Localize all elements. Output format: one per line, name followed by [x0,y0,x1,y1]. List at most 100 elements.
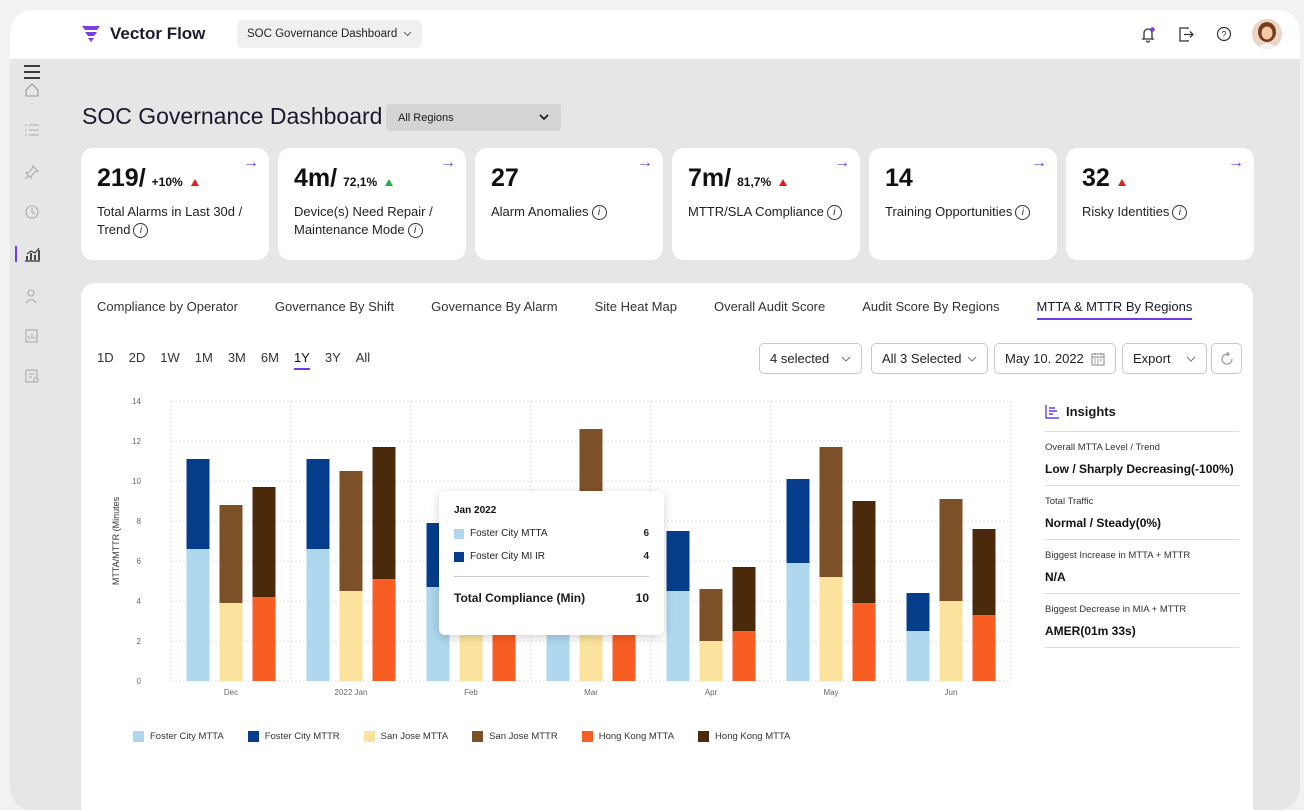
dashboard-select[interactable]: SOC Governance Dashboard [237,20,423,48]
tab-overall-audit-score[interactable]: Overall Audit Score [714,299,825,320]
bar-segment[interactable] [666,591,690,681]
tab-audit-score-by-regions[interactable]: Audit Score By Regions [862,299,999,320]
bar-segment[interactable] [339,591,363,681]
region-filter-select[interactable]: All 3 Selected [871,343,988,374]
legend-item[interactable]: San Jose MTTR [472,731,558,742]
bar-segment[interactable] [372,447,396,579]
bar-segment[interactable] [939,601,963,681]
brand-logo[interactable]: Vector Flow [80,24,205,44]
bar-segment[interactable] [906,593,930,631]
legend-item[interactable]: Hong Kong MTTA [698,731,790,742]
range-1w[interactable]: 1W [160,350,180,370]
info-icon[interactable]: i [1172,205,1188,221]
bar-segment[interactable] [699,589,723,641]
info-icon[interactable]: i [826,205,842,221]
info-icon[interactable]: i [407,223,423,239]
legend-item[interactable]: Foster City MTTA [133,731,224,742]
series-select[interactable]: 4 selected [759,343,862,374]
home-icon[interactable] [22,80,42,100]
arrow-right-icon[interactable]: → [637,154,653,172]
bar-segment[interactable] [819,577,843,681]
bar-segment[interactable] [306,459,330,549]
bar-segment[interactable] [906,631,930,681]
tooltip-total: Total Compliance (Min) 10 [454,576,649,605]
range-2d[interactable]: 2D [129,350,146,370]
bar-segment[interactable] [819,447,843,577]
bar-segment[interactable] [252,597,276,681]
legend-item[interactable]: Hong Kong MTTA [581,731,674,742]
pin-icon[interactable] [22,162,42,182]
export-select[interactable]: Export [1122,343,1207,374]
arrow-right-icon[interactable]: → [243,154,259,172]
y-tick-label: 14 [132,397,141,406]
tab-site-heat-map[interactable]: Site Heat Map [595,299,677,320]
tab-governance-by-shift[interactable]: Governance By Shift [275,299,394,320]
bar-segment[interactable] [339,471,363,591]
arrow-right-icon[interactable]: → [834,154,850,172]
range-1m[interactable]: 1M [195,350,213,370]
bar-segment[interactable] [372,579,396,681]
range-6m[interactable]: 6M [261,350,279,370]
bar-segment[interactable] [219,505,243,603]
bar-segment[interactable] [786,479,810,563]
tooltip-row-label: Foster City MTTA [470,528,548,539]
legend-item[interactable]: San Jose MTTA [363,731,448,742]
list-icon[interactable] [22,120,42,140]
date-picker[interactable]: May 10. 2022 [994,343,1116,374]
legend-item[interactable]: Foster City MTTR [247,731,340,742]
refresh-button[interactable] [1211,343,1242,374]
bar-segment[interactable] [732,567,756,631]
bar-segment[interactable] [186,459,210,549]
tab-governance-by-alarm[interactable]: Governance By Alarm [431,299,557,320]
report-icon[interactable] [22,326,42,346]
notification-bell-icon[interactable] [1138,24,1158,44]
info-icon[interactable]: i [591,205,607,221]
range-3m[interactable]: 3M [228,350,246,370]
bar-segment[interactable] [699,641,723,681]
analytics-icon[interactable] [22,244,42,264]
tooltip-row-value: 4 [643,551,649,562]
bar-segment[interactable] [666,531,690,591]
range-all[interactable]: All [356,350,370,370]
kpi-card-risky-identities[interactable]: 32 Risky Identities i → [1066,148,1254,260]
chevron-down-icon [539,114,549,121]
info-icon[interactable]: i [1015,205,1031,221]
bar-segment[interactable] [186,549,210,681]
logout-icon[interactable] [1176,24,1196,44]
legend-swatch [454,528,464,539]
help-icon[interactable]: ? [1214,24,1234,44]
kpi-card-device-repair[interactable]: 4m/72,1% Device(s) Need Repair / Mainten… [278,148,466,260]
tab-compliance-by-operator[interactable]: Compliance by Operator [97,299,238,320]
kpi-card-total-alarms[interactable]: 219/ +10% Total Alarms in Last 30d / Tren… [81,148,269,260]
insight-label: Total Traffic [1045,496,1094,507]
range-1y[interactable]: 1Y [293,350,310,370]
bar-segment[interactable] [786,563,810,681]
bar-segment[interactable] [939,499,963,601]
bar-segment[interactable] [852,501,876,603]
kpi-card-training[interactable]: 14 Training Opportunities i → [869,148,1057,260]
tab-mtta-mttr-by-regions[interactable]: MTTA & MTTR By Regions [1036,299,1193,320]
arrow-right-icon[interactable]: → [440,154,456,172]
bar-segment[interactable] [852,603,876,681]
settings-doc-icon[interactable] [22,366,42,386]
kpi-card-mttr-sla[interactable]: 7m/81,7% MTTR/SLA Compliance i → [672,148,860,260]
users-icon[interactable] [22,286,42,306]
bar-segment[interactable] [972,529,996,615]
bar-segment[interactable] [732,631,756,681]
svg-text:?: ? [1221,30,1226,40]
user-avatar[interactable] [1252,19,1282,49]
range-1d[interactable]: 1D [97,350,114,370]
info-icon[interactable]: i [133,223,149,239]
region-select[interactable]: All Regions [386,104,561,131]
menu-icon[interactable] [22,62,42,82]
range-3y[interactable]: 3Y [325,350,341,370]
bar-segment[interactable] [219,603,243,681]
history-icon[interactable] [22,202,42,222]
bar-segment[interactable] [972,615,996,681]
arrow-right-icon[interactable]: → [1031,154,1047,172]
bar-segment[interactable] [252,487,276,597]
legend-label: Foster City MTTA [150,731,224,742]
arrow-right-icon[interactable]: → [1228,154,1244,172]
bar-segment[interactable] [306,549,330,681]
kpi-card-alarm-anomalies[interactable]: 27 Alarm Anomalies i → [475,148,663,260]
